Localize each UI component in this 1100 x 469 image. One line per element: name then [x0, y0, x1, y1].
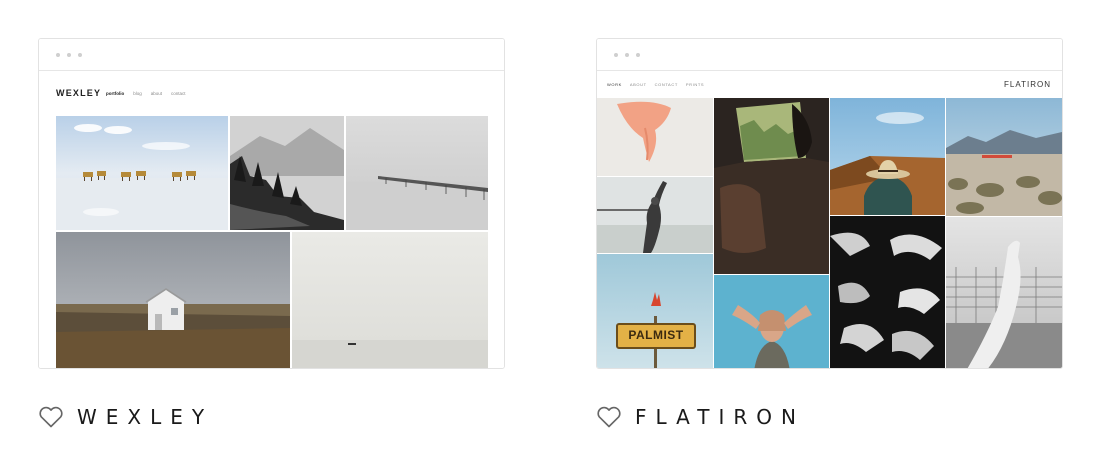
wexley-site-nav: portfolio blog about contact: [106, 91, 186, 96]
nav-item-prints: PRINTS: [685, 82, 705, 87]
template-name: FLATIRON: [635, 405, 805, 429]
heart-outline-icon[interactable]: [596, 406, 622, 428]
wexley-site-logo: WEXLEY: [56, 88, 102, 98]
window-dot-icon: [67, 53, 71, 57]
photo-hand-fence: [946, 217, 1062, 368]
nav-item-portfolio: portfolio: [106, 91, 125, 96]
flatiron-site-nav: WORK ABOUT CONTACT PRINTS: [607, 82, 704, 87]
palmist-sign-text: PALMIST: [628, 328, 684, 342]
browser-chrome: [597, 39, 1062, 71]
nav-item-contact: contact: [171, 91, 186, 96]
photo-misty-mountain-cliffs: [230, 116, 344, 230]
template-title-flatiron[interactable]: FLATIRON: [596, 405, 805, 429]
nav-item-about: about: [150, 91, 163, 96]
photo-beach-pier-woman: [597, 177, 713, 253]
template-preview-wexley[interactable]: WEXLEY portfolio blog about contact: [38, 38, 505, 369]
photo-salt-flat-caravan: [56, 116, 228, 230]
nav-item-work: WORK: [607, 82, 622, 87]
nav-item-blog: blog: [133, 91, 142, 96]
photo-car-interior: [714, 98, 829, 274]
nav-item-about: ABOUT: [629, 82, 647, 87]
window-dot-icon: [78, 53, 82, 57]
flatiron-site-logo: FLATIRON: [1004, 80, 1051, 89]
template-preview-flatiron[interactable]: WORK ABOUT CONTACT PRINTS FLATIRON PALMI…: [596, 38, 1063, 369]
photo-palmist-sign: PALMIST: [597, 254, 713, 368]
browser-chrome: [39, 39, 504, 71]
template-name: WEXLEY: [77, 405, 214, 429]
photo-hands-over-face: [714, 275, 829, 368]
nav-item-contact: CONTACT: [654, 82, 678, 87]
photo-hazy-sea-boat: [292, 232, 488, 368]
window-dot-icon: [636, 53, 640, 57]
preview-viewport: WORK ABOUT CONTACT PRINTS FLATIRON PALMI…: [597, 71, 1062, 368]
photo-hands-collage: [830, 216, 945, 368]
window-dot-icon: [625, 53, 629, 57]
photo-mountain-desert: [946, 98, 1062, 216]
heart-outline-icon[interactable]: [38, 406, 64, 428]
photo-orange-scarf: [597, 98, 713, 176]
window-dot-icon: [614, 53, 618, 57]
template-title-wexley[interactable]: WEXLEY: [38, 405, 213, 429]
photo-foggy-pier: [346, 116, 488, 230]
preview-viewport: WEXLEY portfolio blog about contact: [39, 71, 504, 368]
window-dot-icon: [56, 53, 60, 57]
photo-white-cabin-tundra: [56, 232, 290, 368]
photo-desert-hat: [830, 98, 945, 215]
